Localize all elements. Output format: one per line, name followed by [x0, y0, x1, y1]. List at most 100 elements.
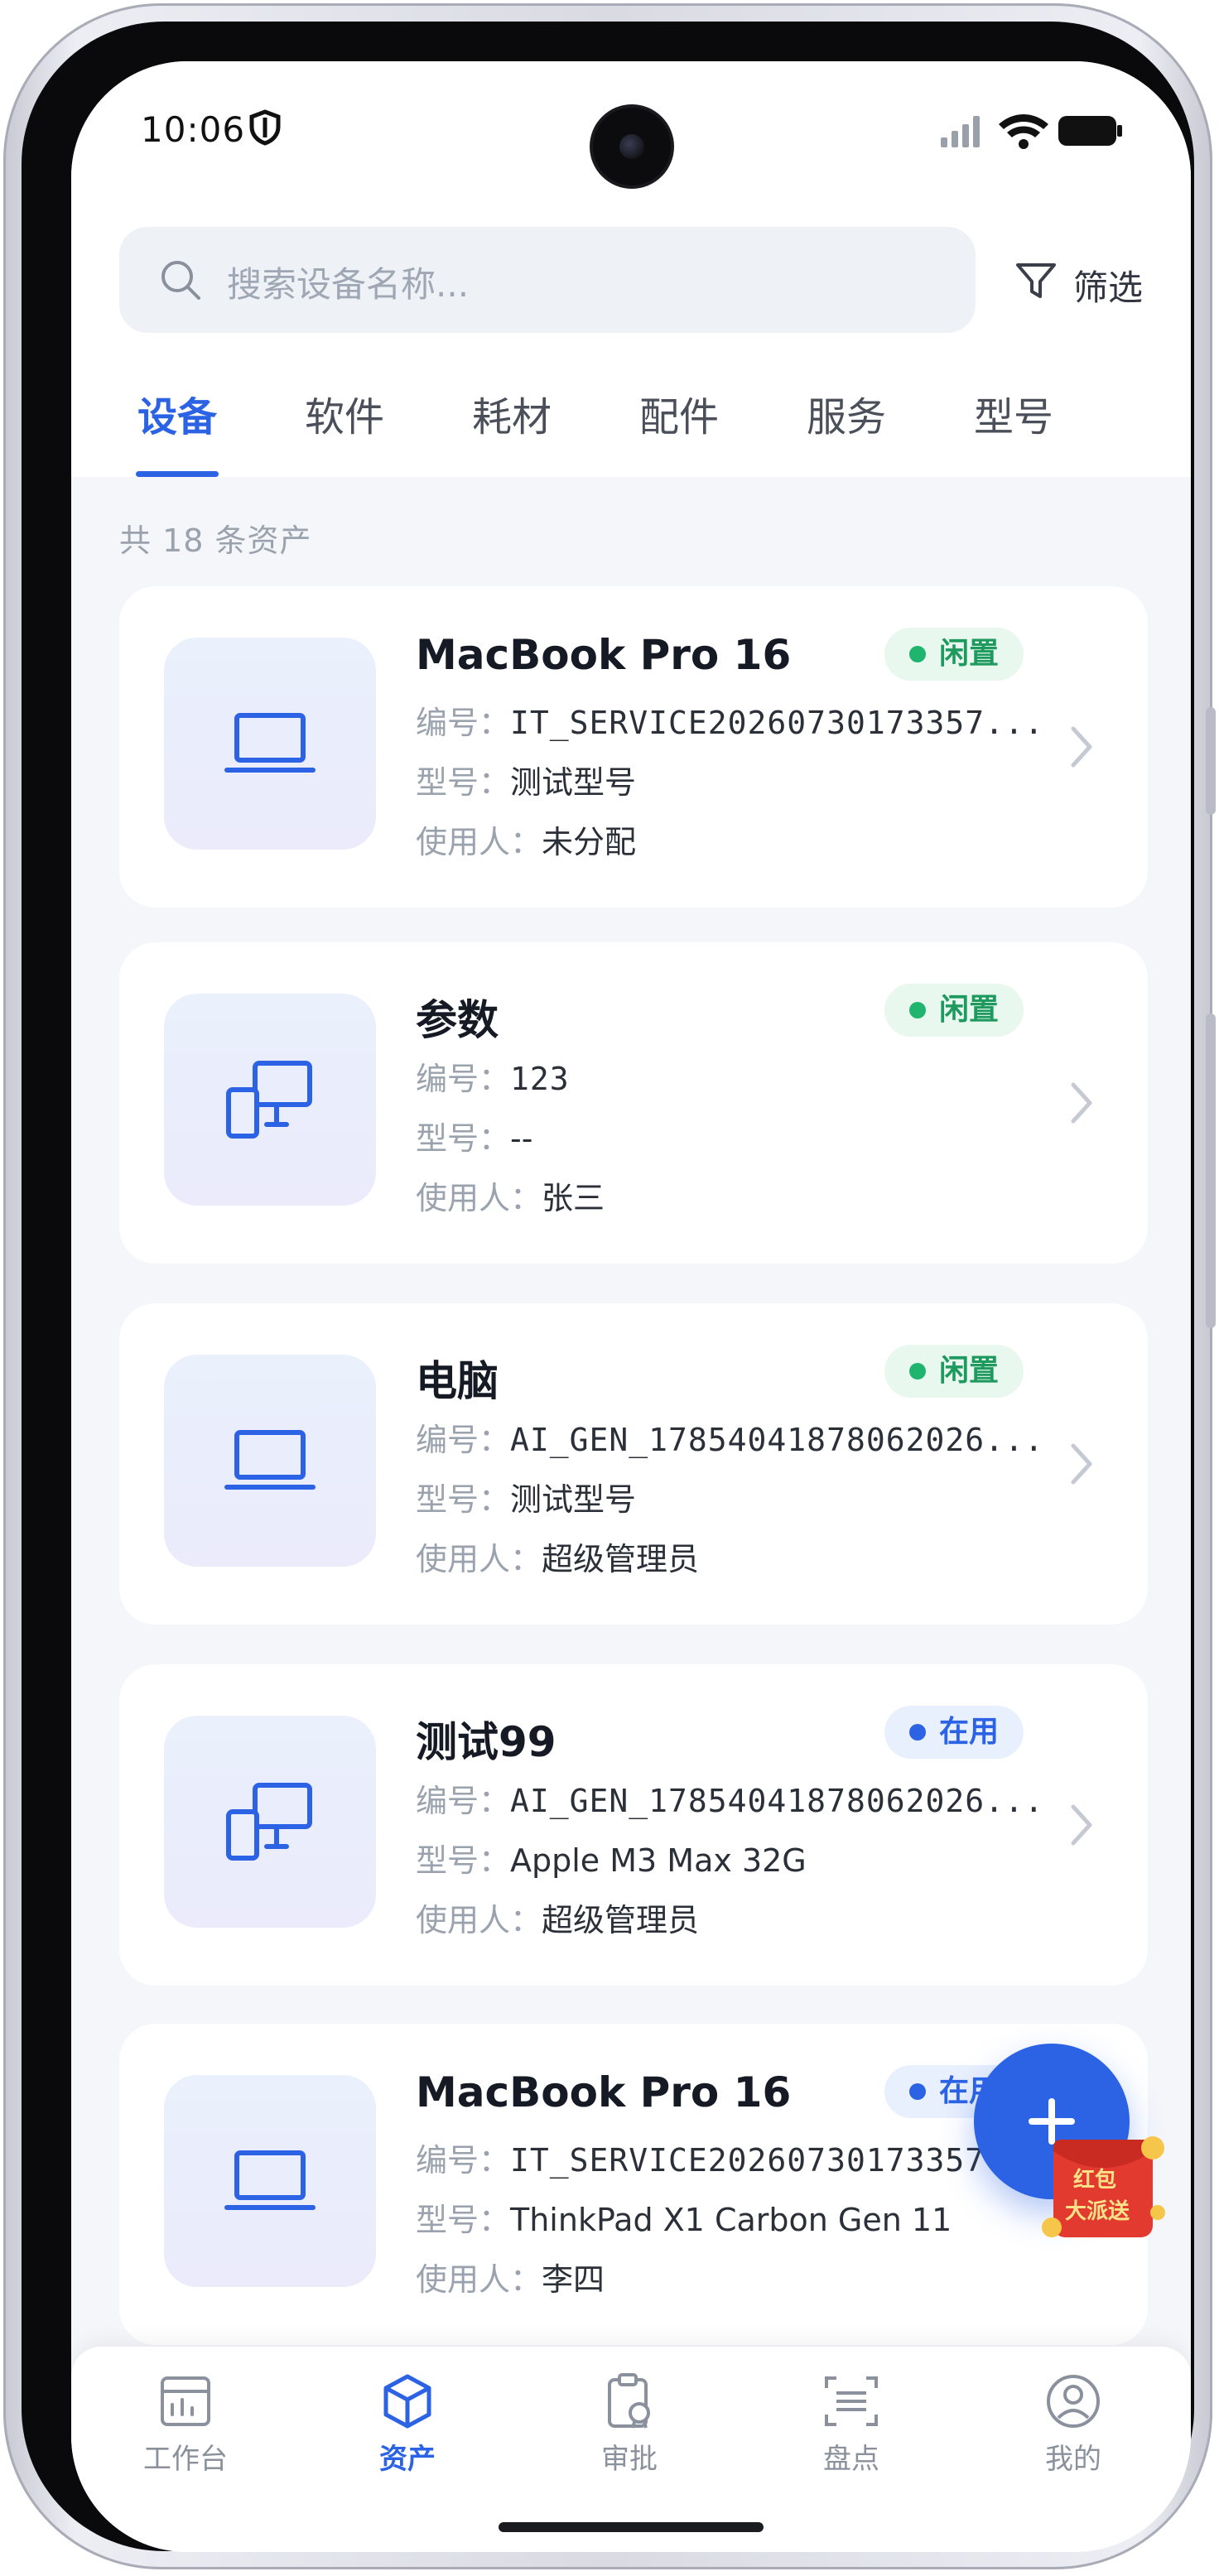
asset-user-row: 使用人：张三: [416, 1172, 605, 1218]
tab-label: 设备: [137, 394, 217, 441]
search-input[interactable]: 搜索设备名称...: [119, 227, 976, 333]
asset-thumbnail: [164, 2075, 376, 2287]
tab-services[interactable]: 服务: [788, 384, 904, 477]
status-badge: 在用: [884, 1706, 1024, 1759]
asset-model-row: 型号：Apple M3 Max 32G: [416, 1835, 807, 1880]
nav-profile[interactable]: 我的: [1007, 2371, 1140, 2479]
status-dot: [908, 646, 926, 662]
model-label: 型号：: [416, 2202, 511, 2238]
code-label: 编号：: [416, 705, 511, 741]
asset-model-row: 型号：测试型号: [416, 757, 636, 802]
nav-label: 工作台: [143, 2443, 228, 2476]
header-area: 10:06 搜索设备名称... 筛选 设备 软件 耗材 配件 服务 型号: [71, 61, 1191, 477]
dashboard-icon: [161, 2376, 210, 2426]
model-label: 型号：: [416, 1842, 511, 1879]
promo-line2: 大派送: [1065, 2199, 1130, 2224]
chevron-right-icon: [1071, 1804, 1092, 1846]
status-dot: [908, 2083, 926, 2100]
asset-model: 测试型号: [510, 1481, 637, 1518]
asset-user-row: 使用人：超级管理员: [416, 1534, 699, 1579]
asset-model: 测试型号: [510, 764, 637, 801]
status-badge: 闲置: [884, 1345, 1024, 1398]
tab-label: 配件: [638, 394, 719, 441]
chevron-right-icon: [1071, 1443, 1092, 1485]
devices-icon: [226, 1783, 312, 1861]
scan-icon: [825, 2376, 878, 2426]
asset-name: 电脑: [416, 1357, 499, 1405]
wifi-icon: [999, 114, 1048, 149]
asset-card[interactable]: 参数 闲置 编号：123 型号：-- 使用人：张三: [119, 942, 1148, 1264]
tab-devices[interactable]: 设备: [119, 384, 235, 477]
asset-model-row: 型号：--: [416, 1113, 532, 1158]
battery-icon: [1058, 116, 1122, 146]
asset-code-row: 编号：IT_SERVICE20260730173357...: [416, 697, 1044, 743]
asset-user-row: 使用人：超级管理员: [416, 1895, 699, 1940]
asset-thumbnail: [164, 1716, 376, 1928]
search-icon: [161, 261, 200, 300]
asset-thumbnail: [164, 994, 376, 1206]
status-dot: [908, 1724, 926, 1741]
nav-approval[interactable]: 审批: [563, 2371, 696, 2479]
user-label: 使用人：: [416, 1180, 542, 1216]
user-label: 使用人：: [416, 1541, 542, 1577]
shield-icon: [249, 109, 281, 146]
user-label: 使用人：: [416, 2261, 542, 2298]
signal-icon: [941, 116, 980, 147]
home-indicator[interactable]: [499, 2522, 764, 2532]
power-button: [1206, 1014, 1216, 1328]
red-packet-promo[interactable]: 红包 大派送: [1037, 2115, 1169, 2247]
code-label: 编号：: [416, 2142, 511, 2179]
asset-user: 李四: [542, 2261, 605, 2298]
tab-models[interactable]: 型号: [956, 384, 1072, 477]
filter-icon: [1016, 263, 1056, 298]
approval-icon: [608, 2373, 650, 2429]
filter-button[interactable]: 筛选: [1014, 238, 1163, 321]
status-dot: [908, 1363, 926, 1379]
category-tabs: 设备 软件 耗材 配件 服务 型号: [71, 384, 1191, 477]
code-label: 编号：: [416, 1783, 511, 1819]
tab-accessories[interactable]: 配件: [621, 384, 737, 477]
asset-model: --: [510, 1120, 533, 1157]
nav-inventory[interactable]: 盘点: [785, 2371, 918, 2479]
phone-bezel: 10:06 搜索设备名称... 筛选 设备 软件 耗材 配件 服务 型号 共 1…: [22, 22, 1194, 2552]
asset-thumbnail: [164, 638, 376, 850]
asset-thumbnail: [164, 1355, 376, 1567]
code-label: 编号：: [416, 1422, 511, 1458]
asset-card[interactable]: 电脑 闲置 编号：AI_GEN_17854041878062026... 型号：…: [119, 1303, 1148, 1625]
asset-user: 未分配: [542, 824, 637, 860]
user-label: 使用人：: [416, 824, 542, 860]
asset-code-row: 编号：IT_SERVICE20260730173357: [416, 2135, 985, 2180]
tab-label: 服务: [806, 394, 886, 441]
tab-label: 型号: [973, 394, 1053, 441]
asset-model: ThinkPad X1 Carbon Gen 11: [510, 2202, 952, 2238]
tab-consumables[interactable]: 耗材: [454, 384, 570, 477]
laptop-icon: [224, 1430, 316, 1490]
asset-user: 超级管理员: [542, 1541, 700, 1577]
asset-code: 123: [510, 1061, 570, 1097]
tab-label: 软件: [304, 394, 384, 441]
asset-user-row: 使用人：未分配: [416, 816, 636, 862]
asset-card[interactable]: 测试99 在用 编号：AI_GEN_17854041878062026... 型…: [119, 1664, 1148, 1986]
asset-code-row: 编号：AI_GEN_17854041878062026...: [416, 1414, 1044, 1460]
asset-count: 共 18 条资产: [119, 522, 312, 559]
promo-line1: 红包: [1073, 2168, 1117, 2193]
asset-model-row: 型号：ThinkPad X1 Carbon Gen 11: [416, 2194, 952, 2240]
status-time: 10:06: [141, 109, 246, 150]
nav-assets[interactable]: 资产: [341, 2371, 474, 2479]
laptop-icon: [224, 713, 316, 773]
asset-code: IT_SERVICE20260730173357...: [510, 705, 1044, 741]
asset-card[interactable]: MacBook Pro 16 闲置 编号：IT_SERVICE202607301…: [119, 586, 1148, 908]
nav-dashboard[interactable]: 工作台: [119, 2371, 252, 2479]
tab-software[interactable]: 软件: [287, 384, 402, 477]
front-camera: [593, 108, 671, 185]
status-icons: [941, 114, 1122, 149]
phone-frame: 10:06 搜索设备名称... 筛选 设备 软件 耗材 配件 服务 型号 共 1…: [3, 3, 1216, 2569]
model-label: 型号：: [416, 1481, 511, 1518]
volume-up-button: [1206, 707, 1216, 815]
screen: 10:06 搜索设备名称... 筛选 设备 软件 耗材 配件 服务 型号 共 1…: [71, 61, 1191, 2552]
chevron-right-icon: [1071, 726, 1092, 768]
chevron-right-icon: [1071, 1082, 1092, 1124]
filter-label: 筛选: [1073, 267, 1144, 308]
cube-icon: [383, 2374, 431, 2429]
user-label: 使用人：: [416, 1902, 542, 1938]
